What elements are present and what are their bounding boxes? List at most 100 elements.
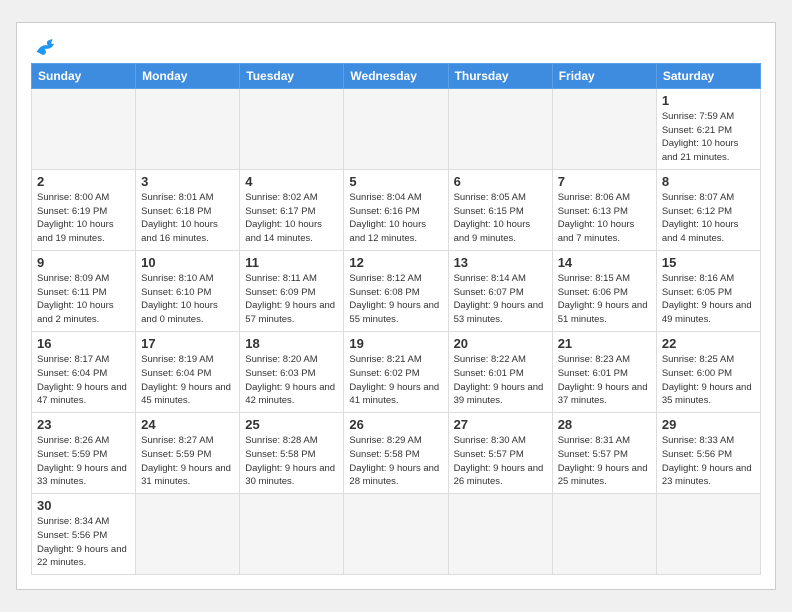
day-info: Sunrise: 8:02 AM Sunset: 6:17 PM Dayligh… [245,191,338,246]
calendar-cell: 21Sunrise: 8:23 AM Sunset: 6:01 PM Dayli… [552,332,656,413]
day-number: 5 [349,174,442,189]
calendar-week-row: 16Sunrise: 8:17 AM Sunset: 6:04 PM Dayli… [32,332,761,413]
day-info: Sunrise: 8:01 AM Sunset: 6:18 PM Dayligh… [141,191,234,246]
day-number: 24 [141,417,234,432]
day-info: Sunrise: 8:11 AM Sunset: 6:09 PM Dayligh… [245,272,338,327]
calendar-cell: 14 Sunrise: 8:15 AM Sunset: 6:06 PM Dayli… [552,250,656,331]
day-info: Sunrise: 8:28 AM Sunset: 5:58 PM Dayligh… [245,434,338,489]
calendar-cell [448,494,552,575]
day-number: 26 [349,417,442,432]
day-number: 9 [37,255,130,270]
calendar-table: SundayMondayTuesdayWednesdayThursdayFrid… [31,63,761,575]
day-number: 27 [454,417,547,432]
day-number: 2 [37,174,130,189]
header-area [31,33,761,57]
calendar-cell: 15 Sunrise: 8:16 AM Sunset: 6:05 PM Dayli… [656,250,760,331]
calendar-cell [136,88,240,169]
calendar-week-row: 2 Sunrise: 8:00 AM Sunset: 6:19 PM Daylig… [32,169,761,250]
day-number: 30 [37,498,130,513]
day-info: Sunrise: 8:15 AM Sunset: 6:06 PM Dayligh… [558,272,651,327]
calendar-cell [344,88,448,169]
calendar-cell: 20 Sunrise: 8:22 AM Sunset: 6:01 PM Dayli… [448,332,552,413]
day-info: Sunrise: 8:34 AM Sunset: 5:56 PM Dayligh… [37,515,130,570]
day-info: Sunrise: 8:21 AM Sunset: 6:02 PM Dayligh… [349,353,442,408]
calendar-cell: 29Sunrise: 8:33 AM Sunset: 5:56 PM Dayli… [656,413,760,494]
day-info: Sunrise: 8:00 AM Sunset: 6:19 PM Dayligh… [37,191,130,246]
calendar-week-row: 9Sunrise: 8:09 AM Sunset: 6:11 PM Daylig… [32,250,761,331]
calendar-cell: 25 Sunrise: 8:28 AM Sunset: 5:58 PM Dayli… [240,413,344,494]
weekday-header-monday: Monday [136,63,240,88]
day-number: 11 [245,255,338,270]
day-info: Sunrise: 8:04 AM Sunset: 6:16 PM Dayligh… [349,191,442,246]
day-number: 1 [662,93,755,108]
day-number: 12 [349,255,442,270]
calendar-week-row: 30 Sunrise: 8:34 AM Sunset: 5:56 PM Dayli… [32,494,761,575]
day-number: 8 [662,174,755,189]
calendar-cell: 23Sunrise: 8:26 AM Sunset: 5:59 PM Dayli… [32,413,136,494]
calendar-cell [240,88,344,169]
logo-bird-icon [35,37,59,57]
calendar-cell [136,494,240,575]
weekday-header-thursday: Thursday [448,63,552,88]
day-info: Sunrise: 8:06 AM Sunset: 6:13 PM Dayligh… [558,191,651,246]
day-info: Sunrise: 8:05 AM Sunset: 6:15 PM Dayligh… [454,191,547,246]
day-info: Sunrise: 8:29 AM Sunset: 5:58 PM Dayligh… [349,434,442,489]
weekday-header-saturday: Saturday [656,63,760,88]
day-number: 25 [245,417,338,432]
day-number: 15 [662,255,755,270]
day-number: 13 [454,255,547,270]
calendar-cell: 1 Sunrise: 7:59 AM Sunset: 6:21 PM Daylig… [656,88,760,169]
day-info: Sunrise: 8:33 AM Sunset: 5:56 PM Dayligh… [662,434,755,489]
day-number: 10 [141,255,234,270]
calendar-week-row: 1 Sunrise: 7:59 AM Sunset: 6:21 PM Daylig… [32,88,761,169]
calendar-cell: 18 Sunrise: 8:20 AM Sunset: 6:03 PM Dayli… [240,332,344,413]
calendar-cell: 26 Sunrise: 8:29 AM Sunset: 5:58 PM Dayli… [344,413,448,494]
day-number: 22 [662,336,755,351]
day-number: 14 [558,255,651,270]
day-info: Sunrise: 8:10 AM Sunset: 6:10 PM Dayligh… [141,272,234,327]
day-info: Sunrise: 8:16 AM Sunset: 6:05 PM Dayligh… [662,272,755,327]
day-number: 23 [37,417,130,432]
calendar-cell [344,494,448,575]
calendar-cell: 24 Sunrise: 8:27 AM Sunset: 5:59 PM Dayli… [136,413,240,494]
day-number: 4 [245,174,338,189]
calendar-cell: 16Sunrise: 8:17 AM Sunset: 6:04 PM Dayli… [32,332,136,413]
day-info: Sunrise: 8:19 AM Sunset: 6:04 PM Dayligh… [141,353,234,408]
calendar-cell: 17 Sunrise: 8:19 AM Sunset: 6:04 PM Dayli… [136,332,240,413]
calendar-cell: 19Sunrise: 8:21 AM Sunset: 6:02 PM Dayli… [344,332,448,413]
calendar-cell: 9Sunrise: 8:09 AM Sunset: 6:11 PM Daylig… [32,250,136,331]
day-info: Sunrise: 8:30 AM Sunset: 5:57 PM Dayligh… [454,434,547,489]
calendar-cell: 3Sunrise: 8:01 AM Sunset: 6:18 PM Daylig… [136,169,240,250]
day-number: 21 [558,336,651,351]
weekday-header-sunday: Sunday [32,63,136,88]
weekday-header-row: SundayMondayTuesdayWednesdayThursdayFrid… [32,63,761,88]
day-number: 7 [558,174,651,189]
calendar-cell [32,88,136,169]
day-info: Sunrise: 8:20 AM Sunset: 6:03 PM Dayligh… [245,353,338,408]
calendar-cell: 8 Sunrise: 8:07 AM Sunset: 6:12 PM Daylig… [656,169,760,250]
calendar-cell: 6Sunrise: 8:05 AM Sunset: 6:15 PM Daylig… [448,169,552,250]
day-info: Sunrise: 8:07 AM Sunset: 6:12 PM Dayligh… [662,191,755,246]
day-number: 18 [245,336,338,351]
weekday-header-tuesday: Tuesday [240,63,344,88]
calendar-cell: 13Sunrise: 8:14 AM Sunset: 6:07 PM Dayli… [448,250,552,331]
day-number: 16 [37,336,130,351]
calendar-cell [448,88,552,169]
day-info: Sunrise: 8:31 AM Sunset: 5:57 PM Dayligh… [558,434,651,489]
calendar-cell: 22 Sunrise: 8:25 AM Sunset: 6:00 PM Dayli… [656,332,760,413]
day-info: Sunrise: 8:25 AM Sunset: 6:00 PM Dayligh… [662,353,755,408]
calendar-cell: 11 Sunrise: 8:11 AM Sunset: 6:09 PM Dayli… [240,250,344,331]
day-number: 17 [141,336,234,351]
calendar-cell: 5 Sunrise: 8:04 AM Sunset: 6:16 PM Daylig… [344,169,448,250]
calendar-cell [552,88,656,169]
day-info: Sunrise: 8:12 AM Sunset: 6:08 PM Dayligh… [349,272,442,327]
day-info: Sunrise: 8:22 AM Sunset: 6:01 PM Dayligh… [454,353,547,408]
calendar-cell [240,494,344,575]
day-number: 20 [454,336,547,351]
day-number: 28 [558,417,651,432]
day-info: Sunrise: 8:27 AM Sunset: 5:59 PM Dayligh… [141,434,234,489]
logo-area [31,33,59,57]
day-info: Sunrise: 7:59 AM Sunset: 6:21 PM Dayligh… [662,110,755,165]
weekday-header-wednesday: Wednesday [344,63,448,88]
calendar-cell: 4 Sunrise: 8:02 AM Sunset: 6:17 PM Daylig… [240,169,344,250]
